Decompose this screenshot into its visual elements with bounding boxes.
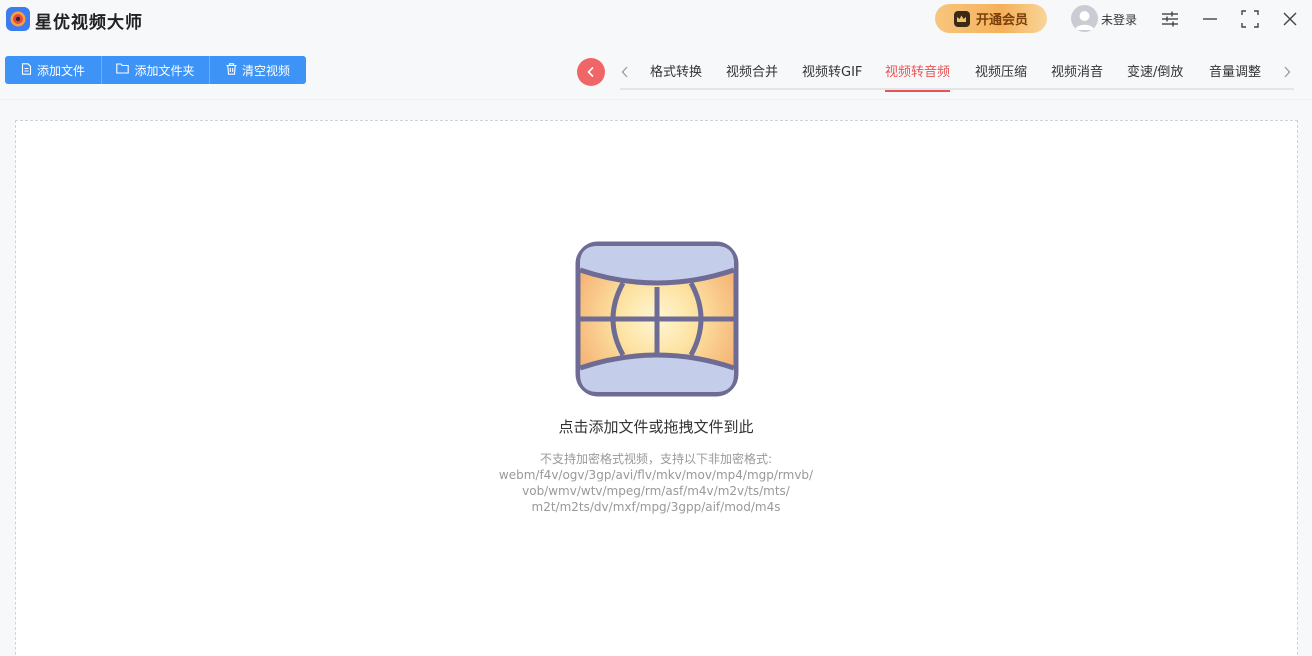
close-icon[interactable] — [1277, 6, 1303, 32]
chevron-left-icon — [586, 63, 596, 82]
drop-zone-title: 点击添加文件或拖拽文件到此 — [558, 418, 754, 436]
clear-videos-button[interactable]: 清空视频 — [210, 56, 306, 84]
tab-video-compress[interactable]: 视频压缩 — [975, 61, 1027, 90]
file-icon — [21, 62, 32, 78]
tab-speed-reverse[interactable]: 变速/倒放 — [1127, 61, 1183, 90]
maximize-icon[interactable] — [1237, 6, 1263, 32]
tab-video-merge[interactable]: 视频合并 — [726, 61, 778, 90]
tab-video-to-audio[interactable]: 视频转音频 — [885, 61, 951, 92]
login-status[interactable]: 未登录 — [1101, 11, 1137, 28]
tab-volume-adjust[interactable]: 音量调整 — [1209, 61, 1261, 90]
tab-video-to-gif[interactable]: 视频转GIF — [802, 61, 862, 90]
add-file-label: 添加文件 — [36, 63, 85, 78]
tab-video-mute[interactable]: 视频消音 — [1051, 61, 1103, 90]
drop-zone-hint-line: m2t/m2ts/dv/mxf/mpg/3gpp/aif/mod/m4s — [531, 500, 781, 514]
vip-button[interactable]: 开通会员 — [935, 4, 1047, 33]
toolbar-divider — [0, 99, 1312, 100]
add-file-button[interactable]: 添加文件 — [5, 56, 102, 84]
file-action-group: 添加文件 添加文件夹 清空视频 — [5, 56, 306, 84]
minimize-icon[interactable] — [1197, 6, 1223, 32]
app-logo-icon — [6, 7, 30, 31]
settings-sliders-icon[interactable] — [1157, 6, 1183, 32]
tab-format-convert[interactable]: 格式转换 — [650, 61, 702, 90]
app-title: 星优视频大师 — [35, 13, 143, 33]
add-folder-button[interactable]: 添加文件夹 — [102, 56, 210, 84]
drop-zone-hint-line: 不支持加密格式视频，支持以下非加密格式: — [539, 452, 773, 466]
crown-icon — [953, 10, 970, 27]
drop-zone-hint-line: webm/f4v/ogv/3gp/avi/flv/mkv/mov/mp4/mgp… — [498, 468, 814, 482]
vip-button-label: 开通会员 — [975, 13, 1028, 28]
title-bar: 星优视频大师 开通会员 未登录 — [0, 0, 1312, 38]
clear-videos-label: 清空视频 — [241, 63, 290, 78]
tab-next-icon[interactable] — [1280, 62, 1294, 82]
feature-tabs: 格式转换 视频合并 视频转GIF 视频转音频 视频压缩 视频消音 变速/倒放 音… — [620, 55, 1294, 92]
folder-icon — [116, 63, 130, 77]
video-film-icon[interactable] — [575, 241, 739, 397]
drop-zone-hint-line: vob/wmv/wtv/mpeg/rm/asf/m4v/m2v/ts/mts/ — [522, 484, 790, 498]
trash-icon — [226, 62, 237, 78]
back-button[interactable] — [577, 58, 605, 86]
add-folder-label: 添加文件夹 — [134, 63, 195, 78]
user-avatar-icon[interactable] — [1071, 5, 1098, 32]
